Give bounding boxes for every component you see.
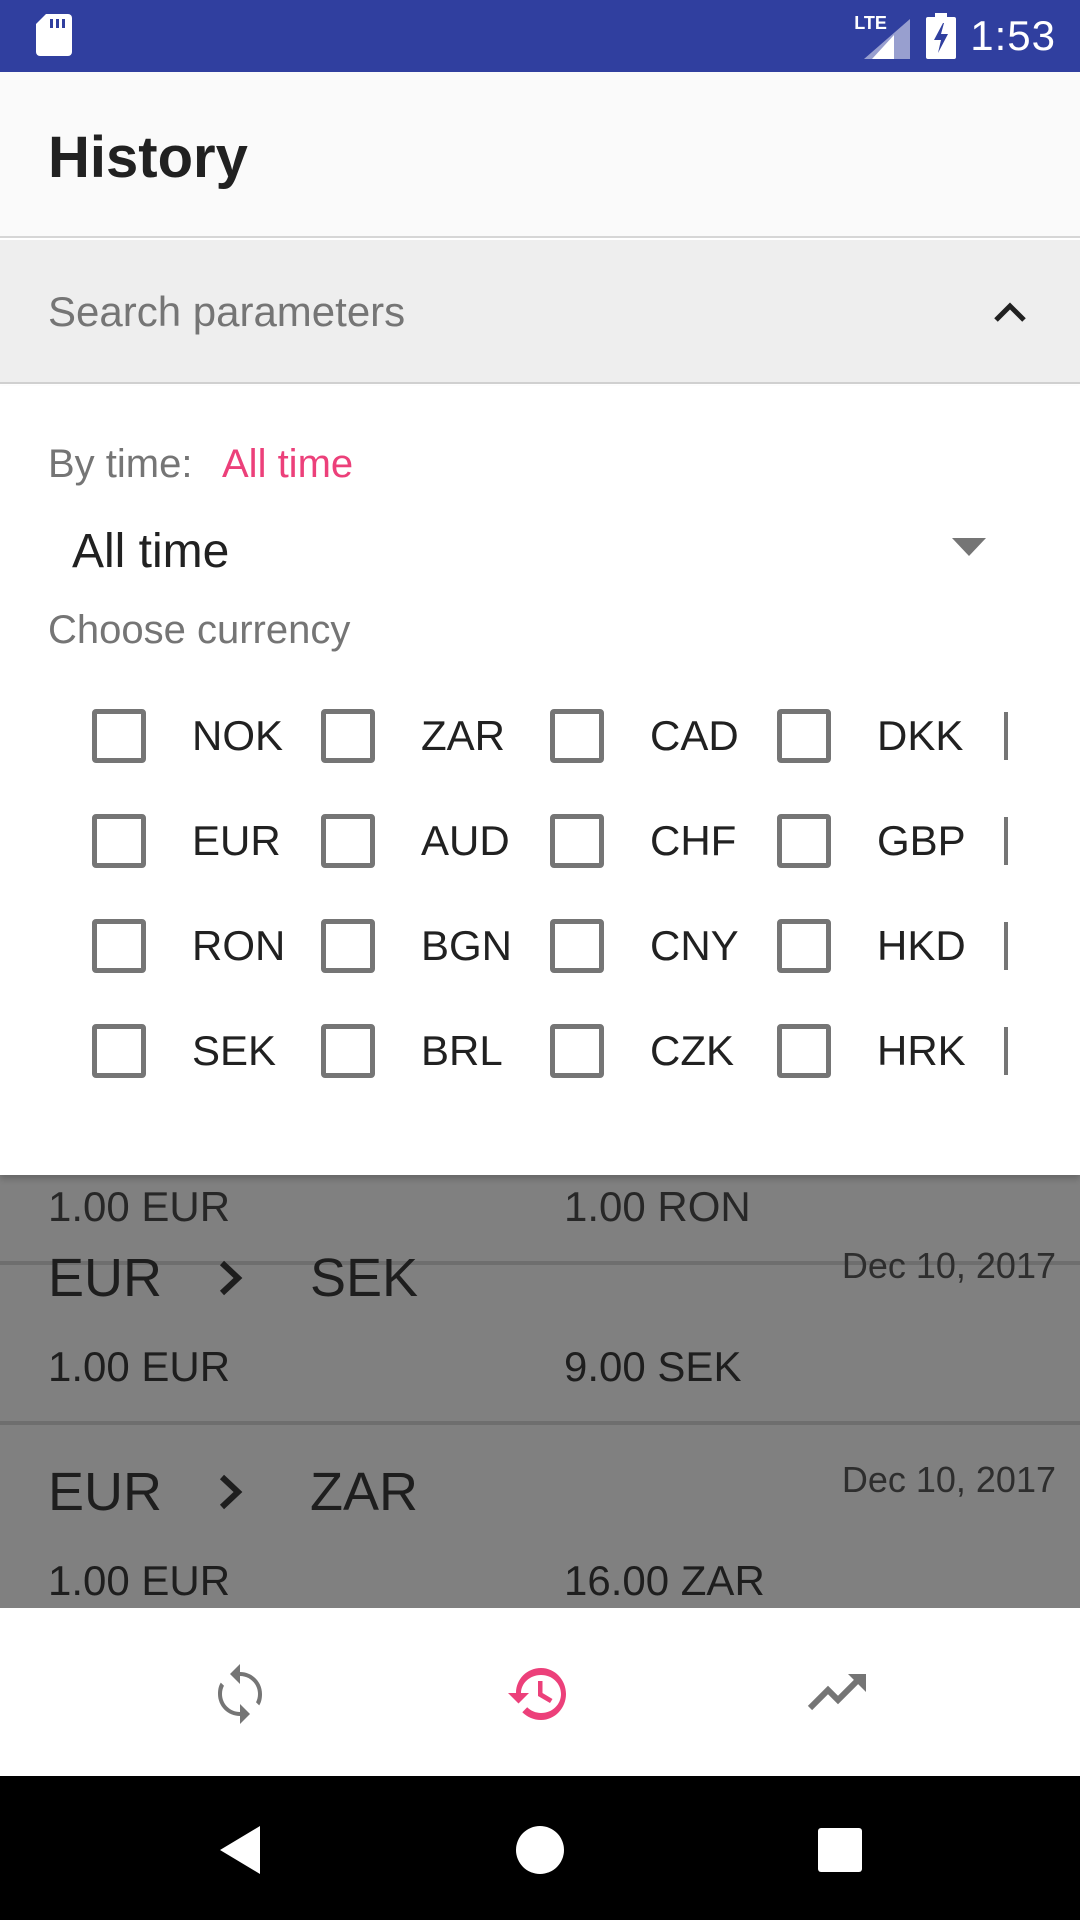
amount-to: 9.00 SEK [564, 1343, 742, 1390]
by-time-value: All time [222, 442, 354, 486]
currency-option[interactable]: DKK [777, 706, 963, 766]
currency-option[interactable]: SEK [92, 1021, 276, 1081]
dropdown-arrow-icon [952, 538, 986, 556]
currency-option[interactable]: GBP [777, 811, 966, 871]
currency-option[interactable]: HRK [777, 1021, 966, 1081]
time-select-value: All time [72, 525, 230, 578]
search-parameters-panel: By time: All time All time Choose curren… [0, 386, 1080, 1175]
status-bar: LTE 1:53 [0, 0, 1080, 72]
currency-checkbox[interactable] [550, 709, 604, 763]
currency-option[interactable]: BRL [321, 1021, 503, 1081]
currency-code: BGN [421, 922, 513, 969]
currency-checkbox[interactable] [92, 919, 146, 973]
history-list: 1.00 EUR 1.00 RON EUR SEK Dec 10, 2017 1… [0, 1175, 1080, 1608]
signal-icon: LTE [854, 13, 912, 59]
sync-icon[interactable] [208, 1662, 272, 1726]
amount-to: 16.00 ZAR [564, 1557, 765, 1604]
currency-checkbox[interactable] [777, 709, 831, 763]
clock: 1:53 [970, 12, 1056, 59]
currency-checkbox[interactable] [550, 814, 604, 868]
page-title: History [48, 125, 248, 190]
amount-from: 1.00 EUR [48, 1557, 231, 1604]
to-currency: SEK [310, 1248, 419, 1308]
currency-option[interactable]: HKD [777, 916, 966, 976]
back-icon[interactable] [214, 1820, 274, 1880]
currency-checkbox[interactable] [321, 814, 375, 868]
currency-code: AUD [421, 817, 510, 864]
from-currency: EUR [48, 1462, 163, 1522]
time-period-select[interactable]: All time [48, 506, 992, 592]
battery-charging-icon [926, 13, 957, 59]
next-column-edge [1004, 817, 1008, 865]
currency-code: CNY [650, 922, 739, 969]
next-column-edge [1004, 1027, 1008, 1075]
currency-option[interactable]: CHF [550, 811, 736, 871]
status-icons: LTE 1:53 [854, 0, 1056, 72]
next-column-edge [1004, 922, 1008, 970]
currency-code: CAD [650, 712, 739, 759]
currency-code: NOK [192, 712, 284, 759]
currency-pair: EUR SEK [48, 1247, 418, 1309]
currency-code: BRL [421, 1027, 503, 1074]
recents-icon[interactable] [810, 1820, 870, 1880]
currency-code: HRK [877, 1027, 966, 1074]
currency-code: HKD [877, 922, 966, 969]
currency-option[interactable]: BGN [321, 916, 512, 976]
currency-checkbox[interactable] [321, 709, 375, 763]
home-icon[interactable] [510, 1820, 570, 1880]
currency-checkbox[interactable] [777, 919, 831, 973]
chevron-up-icon[interactable] [984, 286, 1036, 338]
currency-code: RON [192, 922, 286, 969]
currency-checkbox[interactable] [92, 1024, 146, 1078]
history-card[interactable]: EUR ZAR Dec 10, 2017 1.00 EUR 16.00 ZAR [0, 1429, 1080, 1608]
chevron-right-icon [219, 1260, 243, 1296]
currency-code: EUR [192, 817, 281, 864]
currency-checkbox[interactable] [777, 814, 831, 868]
currency-code: GBP [877, 817, 966, 864]
currency-code: SEK [192, 1027, 277, 1074]
currency-option[interactable]: ZAR [321, 706, 505, 766]
currency-option[interactable]: CZK [550, 1021, 734, 1081]
currency-checkbox[interactable] [92, 814, 146, 868]
currency-option[interactable]: CAD [550, 706, 739, 766]
currency-checkbox[interactable] [321, 919, 375, 973]
choose-currency-label: Choose currency [48, 608, 351, 652]
to-currency: ZAR [310, 1462, 419, 1522]
currency-code: CZK [650, 1027, 734, 1074]
currency-option[interactable]: EUR [92, 811, 281, 871]
currency-checkbox[interactable] [550, 919, 604, 973]
currency-checkbox[interactable] [92, 709, 146, 763]
history-date: Dec 10, 2017 [841, 1245, 1056, 1286]
currency-option[interactable]: NOK [92, 706, 283, 766]
currency-code: DKK [877, 712, 964, 759]
currency-option[interactable]: RON [92, 916, 285, 976]
currency-option[interactable]: AUD [321, 811, 510, 871]
trending-up-icon[interactable] [806, 1662, 870, 1726]
search-parameters-label: Search parameters [48, 288, 406, 335]
next-column-edge [1004, 712, 1008, 760]
system-navigation-bar [0, 1776, 1080, 1920]
currency-pair: EUR ZAR [48, 1461, 418, 1523]
currency-code: ZAR [421, 712, 505, 759]
by-time-label: By time: [48, 442, 193, 486]
search-parameters-header[interactable]: Search parameters [0, 240, 1080, 384]
currency-checkbox[interactable] [321, 1024, 375, 1078]
history-date: Dec 10, 2017 [841, 1459, 1056, 1500]
sd-card-icon [36, 14, 72, 56]
currency-checkbox[interactable] [550, 1024, 604, 1078]
history-icon[interactable] [506, 1662, 570, 1726]
history-card[interactable]: EUR SEK Dec 10, 2017 1.00 EUR 9.00 SEK [0, 1215, 1080, 1425]
currency-grid: NOK ZAR CAD DKK EUR AUD CHF GBP RON BGN … [92, 706, 1062, 1126]
currency-option[interactable]: CNY [550, 916, 739, 976]
chevron-right-icon [219, 1474, 243, 1510]
amount-from: 1.00 EUR [48, 1343, 231, 1390]
bottom-navigation [0, 1608, 1080, 1776]
currency-code: CHF [650, 817, 737, 864]
from-currency: EUR [48, 1248, 163, 1308]
app-bar: History [0, 72, 1080, 238]
currency-checkbox[interactable] [777, 1024, 831, 1078]
